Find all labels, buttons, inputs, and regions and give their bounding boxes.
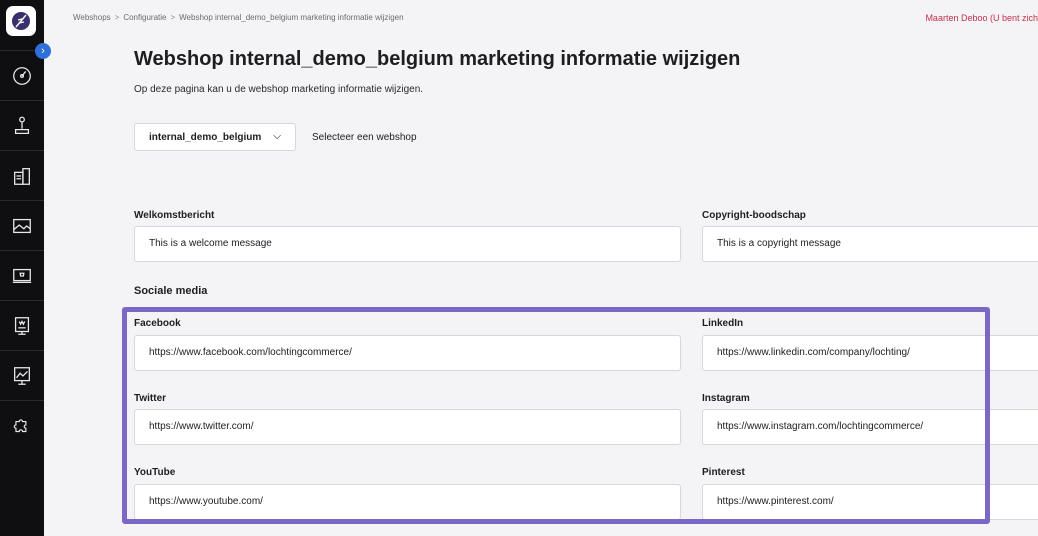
expand-sidebar-button[interactable]: › <box>35 43 51 59</box>
sidebar: › <box>0 0 51 536</box>
webshop-select-hint: Selecteer een webshop <box>312 132 417 143</box>
instagram-input[interactable]: https://www.instagram.com/lochtingcommer… <box>702 409 1038 445</box>
youtube-label: YouTube <box>134 467 176 478</box>
breadcrumb-configuratie[interactable]: Configuratie <box>123 13 166 22</box>
user-menu[interactable]: Maarten Deboo (U bent zich <box>925 13 1038 23</box>
copyright-label: Copyright-boodschap <box>702 210 806 221</box>
devices-icon[interactable] <box>0 150 44 200</box>
social-media-heading: Sociale media <box>134 285 208 297</box>
instagram-label: Instagram <box>702 393 750 404</box>
pinterest-input[interactable]: https://www.pinterest.com/ <box>702 484 1038 520</box>
breadcrumb: Webshops > Configuratie > Webshop internal_d… <box>73 13 404 22</box>
webshop-select-value: internal_demo_belgium <box>149 131 262 143</box>
image-icon[interactable] <box>0 200 44 250</box>
linkedin-label: LinkedIn <box>702 318 744 329</box>
breadcrumb-separator: > <box>170 13 176 22</box>
twitter-input[interactable]: https://www.twitter.com/ <box>134 409 681 445</box>
main-content: Webshops > Configuratie > Webshop internal_d… <box>44 0 1038 536</box>
breadcrumb-current: Webshop internal_demo_belgium marketing … <box>179 13 404 22</box>
copyright-input[interactable]: This is a copyright message <box>702 226 1038 262</box>
presentation-icon[interactable] <box>0 350 44 400</box>
puzzle-icon[interactable] <box>0 400 44 450</box>
welcome-label: Welkomstbericht <box>134 210 215 221</box>
feather-logo-icon[interactable] <box>6 6 36 36</box>
facebook-label: Facebook <box>134 318 181 329</box>
breadcrumb-separator: > <box>114 13 120 22</box>
youtube-input[interactable]: https://www.youtube.com/ <box>134 484 681 520</box>
webshop-select[interactable]: internal_demo_belgium ⌵ <box>134 123 296 151</box>
joystick-icon[interactable] <box>0 100 44 150</box>
pinterest-label: Pinterest <box>702 467 745 478</box>
page-subtitle: Op deze pagina kan u de webshop marketin… <box>134 84 424 95</box>
page-title: Webshop internal_demo_belgium marketing … <box>134 48 741 70</box>
twitter-label: Twitter <box>134 393 167 404</box>
media-screen-icon[interactable] <box>0 300 44 350</box>
chevron-down-icon: ⌵ <box>273 131 281 142</box>
facebook-input[interactable]: https://www.facebook.com/lochtingcommerc… <box>134 335 681 371</box>
shop-screen-icon[interactable] <box>0 250 44 300</box>
linkedin-input[interactable]: https://www.linkedin.com/company/lochtin… <box>702 335 1038 371</box>
breadcrumb-webshops[interactable]: Webshops <box>73 13 111 22</box>
welcome-input[interactable]: This is a welcome message <box>134 226 681 262</box>
